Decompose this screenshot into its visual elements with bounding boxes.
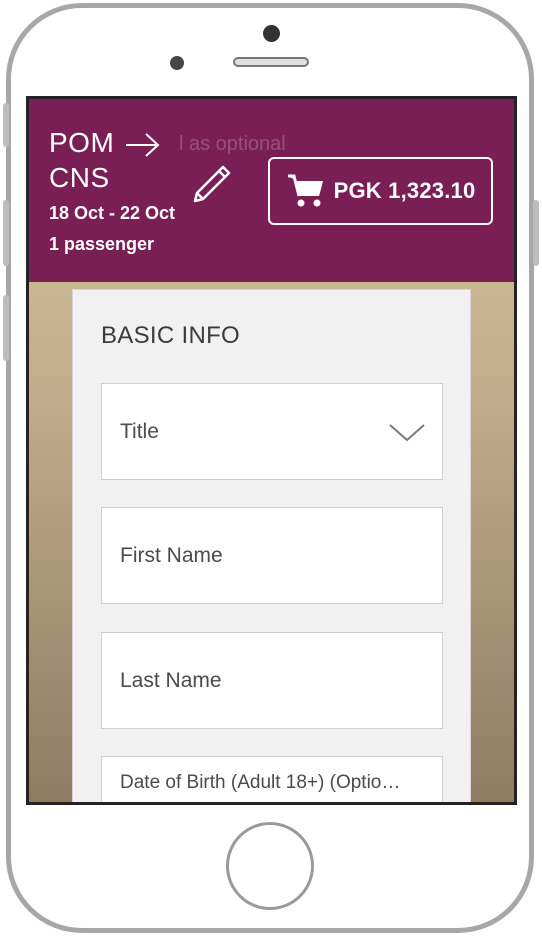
date-of-birth-placeholder: Date of Birth (Adult 18+) (Optio… (120, 772, 401, 793)
cart-icon (286, 172, 326, 213)
route-destination: CNS (49, 162, 110, 193)
booking-header: l as optional POM CNS 18 Oct - 22 Oct 1 … (29, 99, 514, 282)
trip-dates: 18 Oct - 22 Oct (49, 203, 176, 223)
date-of-birth-field[interactable]: Date of Birth (Adult 18+) (Optio… (101, 756, 443, 802)
first-name-field[interactable]: First Name (101, 507, 443, 604)
last-name-field[interactable]: Last Name (101, 632, 443, 729)
section-title: BASIC INFO (101, 322, 241, 349)
volume-up-button (3, 200, 9, 266)
earpiece-speaker (233, 57, 309, 67)
route-origin: POM (49, 127, 115, 158)
chevron-down-icon (388, 422, 426, 447)
power-button (533, 200, 539, 266)
passenger-count: 1 passenger (49, 234, 155, 254)
title-select[interactable]: Title (101, 383, 443, 480)
arrow-right-icon (124, 131, 162, 164)
cart-total: PGK 1,323.10 (333, 178, 476, 203)
pencil-icon[interactable] (189, 159, 235, 210)
basic-info-card: BASIC INFO Title First Name Last Name Da… (72, 289, 471, 802)
ghost-text: l as optional (179, 133, 286, 155)
proximity-sensor (170, 56, 184, 70)
app-screen: l as optional POM CNS 18 Oct - 22 Oct 1 … (26, 96, 517, 805)
mute-switch (3, 103, 9, 147)
first-name-placeholder: First Name (120, 544, 223, 567)
volume-down-button (3, 295, 9, 361)
home-button[interactable] (226, 822, 314, 910)
last-name-placeholder: Last Name (120, 669, 222, 692)
cart-button[interactable]: PGK 1,323.10 (268, 157, 493, 225)
front-camera (263, 25, 280, 42)
title-select-label: Title (120, 420, 159, 443)
